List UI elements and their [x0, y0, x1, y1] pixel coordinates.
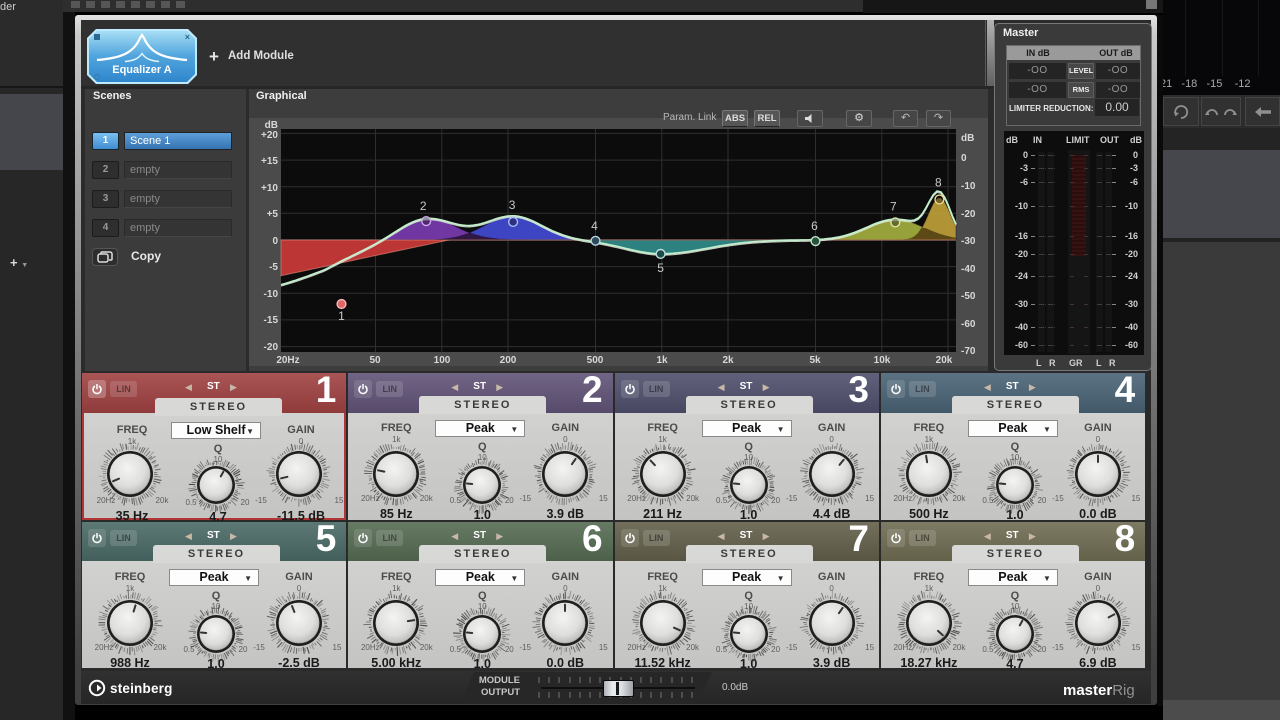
- svg-text:-10: -10: [264, 289, 279, 300]
- svg-text:+20: +20: [261, 130, 278, 141]
- svg-text:dB: dB: [961, 133, 974, 144]
- svg-text:-20: -20: [264, 342, 279, 353]
- svg-text:+5: +5: [267, 209, 279, 220]
- svg-text:-70: -70: [961, 346, 976, 357]
- svg-text:20Hz: 20Hz: [276, 355, 299, 366]
- svg-text:-15: -15: [264, 315, 279, 326]
- svg-text:20k: 20k: [936, 355, 953, 366]
- svg-text:+10: +10: [261, 183, 278, 194]
- svg-text:1: 1: [338, 309, 345, 323]
- svg-text:-30: -30: [961, 236, 976, 247]
- svg-text:8: 8: [935, 176, 942, 190]
- svg-text:50: 50: [369, 355, 381, 366]
- svg-text:2: 2: [420, 199, 427, 213]
- svg-text:7: 7: [890, 199, 897, 213]
- svg-text:5: 5: [657, 261, 664, 275]
- svg-text:-20: -20: [961, 209, 976, 220]
- svg-text:10k: 10k: [874, 355, 891, 366]
- svg-text:6: 6: [811, 219, 818, 233]
- svg-text:2k: 2k: [722, 355, 734, 366]
- svg-text:1k: 1k: [656, 355, 668, 366]
- svg-text:500: 500: [587, 355, 604, 366]
- svg-text:-10: -10: [961, 181, 976, 192]
- svg-text:-40: -40: [961, 264, 976, 275]
- svg-text:200: 200: [500, 355, 517, 366]
- svg-text:3: 3: [509, 198, 516, 212]
- svg-text:+15: +15: [261, 156, 278, 167]
- svg-text:5k: 5k: [809, 355, 821, 366]
- svg-text:-50: -50: [961, 291, 976, 302]
- svg-text:4: 4: [591, 219, 598, 233]
- svg-text:0: 0: [961, 153, 967, 164]
- svg-text:-5: -5: [269, 262, 278, 273]
- svg-text:0: 0: [272, 236, 278, 247]
- svg-text:100: 100: [434, 355, 451, 366]
- svg-text:-60: -60: [961, 319, 976, 330]
